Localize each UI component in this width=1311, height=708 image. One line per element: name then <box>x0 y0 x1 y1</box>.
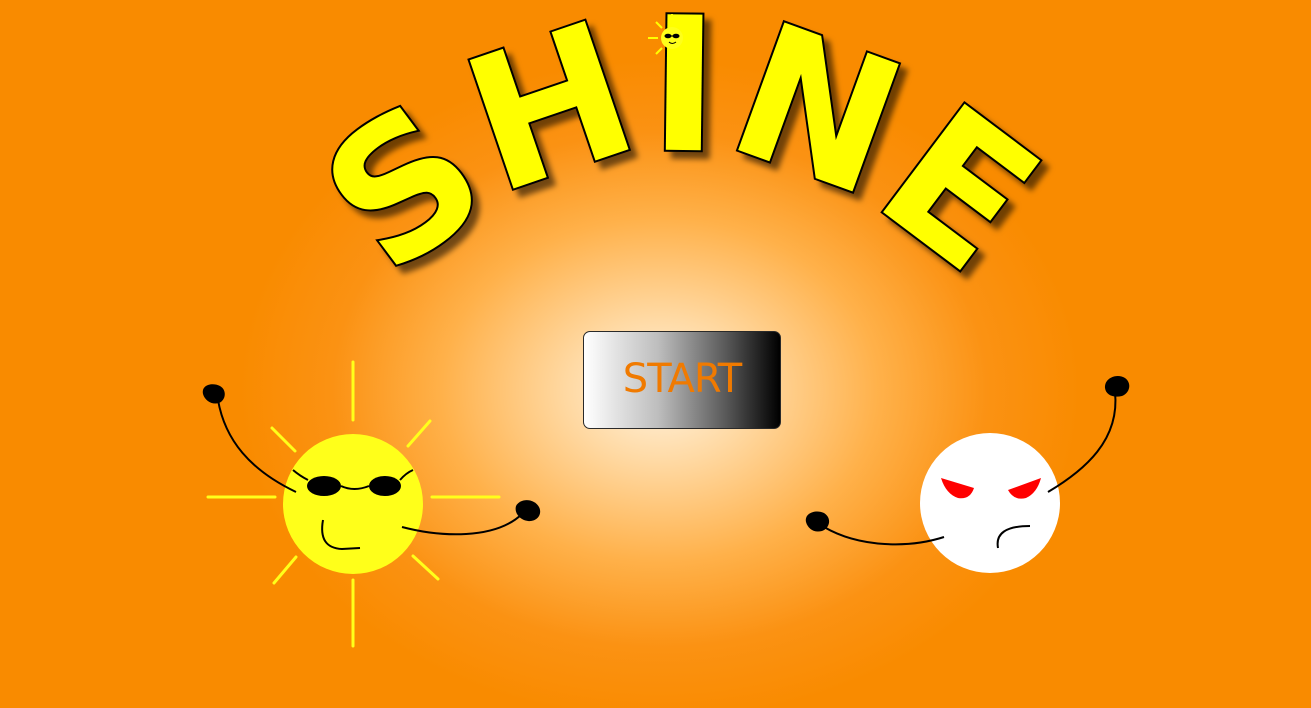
sun-face <box>283 434 423 574</box>
game-title-text: SHINE <box>286 0 1077 315</box>
moon-right-arm <box>1047 391 1117 493</box>
sunglasses-sun-icon <box>202 360 541 648</box>
sun-right-hand <box>515 500 541 522</box>
moon-left-hand <box>805 511 830 532</box>
sun-left-hand <box>202 384 225 404</box>
start-button[interactable]: START <box>583 331 781 429</box>
moon-face <box>920 433 1060 573</box>
angry-white-moon-icon <box>805 376 1130 573</box>
game-title: SHINE <box>284 0 1077 317</box>
game-title-path: SHINE <box>284 0 1077 317</box>
moon-right-hand <box>1104 376 1130 397</box>
sun-left-arm <box>217 399 297 493</box>
